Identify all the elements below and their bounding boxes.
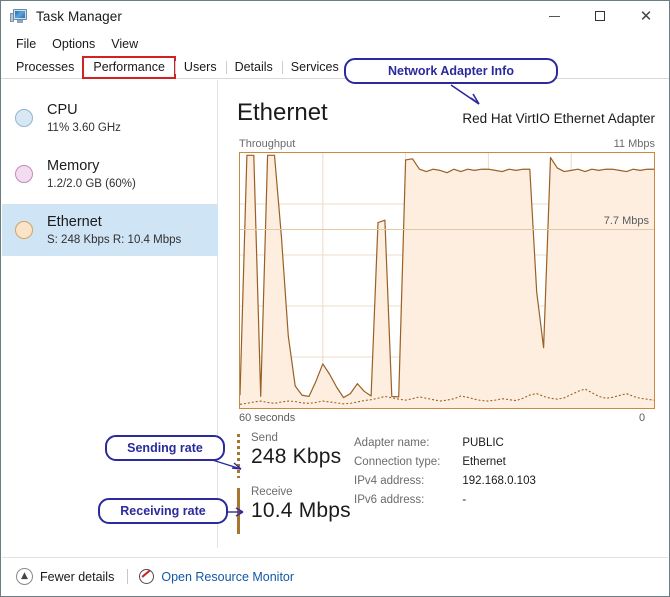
- menu-item-view[interactable]: View: [104, 35, 145, 53]
- graph-label: Throughput: [239, 138, 296, 150]
- open-resource-monitor-link[interactable]: Open Resource Monitor: [139, 569, 294, 584]
- table-row: Adapter name: PUBLIC: [354, 434, 536, 453]
- throughput-chart[interactable]: 7.7 Mbps: [239, 152, 655, 409]
- performance-detail-panel: Ethernet Red Hat VirtIO Ethernet Adapter…: [219, 80, 669, 548]
- title-bar: Task Manager ✕: [1, 1, 669, 32]
- adapter-info-table: Adapter name: PUBLIC Connection type: Et…: [354, 434, 536, 510]
- connection-type-value: Ethernet: [462, 456, 506, 468]
- minimize-button[interactable]: [531, 1, 577, 31]
- status-bar: ▲ Fewer details Open Resource Monitor: [2, 557, 668, 595]
- memory-circle-icon: [15, 165, 33, 183]
- menu-item-options[interactable]: Options: [45, 35, 102, 53]
- tab-performance[interactable]: Performance: [82, 56, 176, 79]
- adapter-name-key: Adapter name:: [354, 437, 430, 449]
- cpu-circle-icon: [15, 109, 33, 127]
- graph-scale-max: 11 Mbps: [613, 138, 655, 150]
- annotation-receiving-rate: Receiving rate: [98, 498, 228, 524]
- sidebar-item-ethernet[interactable]: Ethernet S: 248 Kbps R: 10.4 Mbps: [2, 204, 218, 256]
- tab-processes[interactable]: Processes: [7, 57, 83, 78]
- open-resource-monitor-label: Open Resource Monitor: [161, 569, 295, 584]
- table-row: IPv4 address: 192.168.0.103: [354, 472, 536, 491]
- tab-services[interactable]: Services: [281, 57, 348, 78]
- page-title: Ethernet: [237, 99, 328, 126]
- sidebar-item-label: Memory: [47, 157, 100, 174]
- tab-details[interactable]: Details: [225, 57, 282, 78]
- table-row: Connection type: Ethernet: [354, 453, 536, 472]
- axis-label-right: 0: [639, 412, 646, 424]
- resource-sidebar: CPU 11% 3.60 GHz Memory 1.2/2.0 GB (60%)…: [2, 80, 218, 548]
- menu-bar: File Options View: [1, 32, 669, 55]
- graph-reference-label: 7.7 Mbps: [603, 215, 649, 227]
- sidebar-item-sublabel: 11% 3.60 GHz: [47, 121, 121, 134]
- sidebar-item-sublabel: S: 248 Kbps R: 10.4 Mbps: [47, 233, 182, 246]
- close-button[interactable]: ✕: [623, 1, 669, 31]
- tab-bar: Processes Performance Users Details Serv…: [1, 55, 669, 79]
- adapter-name-value: PUBLIC: [462, 437, 504, 449]
- maximize-button[interactable]: [577, 1, 623, 31]
- menu-item-file[interactable]: File: [9, 35, 43, 53]
- fewer-details-label: Fewer details: [40, 569, 115, 584]
- axis-label-left: 60 seconds: [239, 412, 296, 424]
- ethernet-circle-icon: [15, 221, 33, 239]
- sidebar-item-label: Ethernet: [47, 213, 102, 230]
- window-title: Task Manager: [36, 9, 122, 24]
- sidebar-item-label: CPU: [47, 101, 78, 118]
- adapter-description: Red Hat VirtIO Ethernet Adapter: [462, 111, 655, 126]
- throughput-chart-svg: [240, 153, 654, 408]
- task-manager-icon: [10, 8, 28, 25]
- table-row: IPv6 address: -: [354, 491, 536, 510]
- receive-marker-icon: [237, 488, 240, 534]
- ipv6-value: -: [462, 494, 467, 506]
- ipv4-key: IPv4 address:: [354, 475, 425, 487]
- chevron-up-circle-icon: ▲: [16, 568, 33, 585]
- ipv6-key: IPv6 address:: [354, 494, 425, 506]
- send-marker-icon: [237, 434, 240, 478]
- ipv4-value: 192.168.0.103: [462, 475, 536, 487]
- connection-type-key: Connection type:: [354, 456, 441, 468]
- tab-users[interactable]: Users: [174, 57, 226, 78]
- annotation-sending-rate: Sending rate: [105, 435, 225, 461]
- gauge-icon: [139, 569, 155, 584]
- task-manager-window: Task Manager ✕ File Options View Process…: [0, 0, 670, 597]
- sidebar-item-memory[interactable]: Memory 1.2/2.0 GB (60%): [2, 148, 218, 200]
- annotation-network-adapter-info: Network Adapter Info: [344, 58, 558, 84]
- status-divider: [127, 569, 129, 584]
- sidebar-item-cpu[interactable]: CPU 11% 3.60 GHz: [2, 92, 218, 144]
- sidebar-item-sublabel: 1.2/2.0 GB (60%): [47, 177, 136, 190]
- fewer-details-button[interactable]: ▲ Fewer details: [16, 568, 114, 585]
